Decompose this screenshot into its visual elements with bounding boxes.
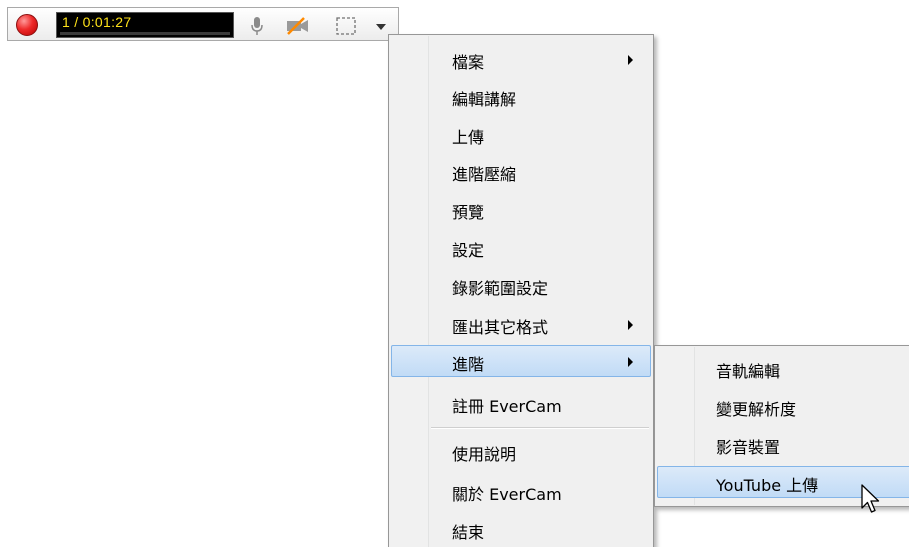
menu-item-label: 變更解析度 <box>716 400 797 419</box>
submenu-arrow-icon <box>628 357 633 367</box>
menu-item-label: 預覽 <box>452 203 485 222</box>
screen: 1 / 0:01:27 檔案 編輯講解 上傳 進階壓縮 預覽 設定 錄影範圍設定… <box>0 0 909 547</box>
recorder-toolbar: 1 / 0:01:27 <box>7 7 399 41</box>
microphone-icon[interactable] <box>250 16 264 36</box>
menu-item-label: 錄影範圍設定 <box>452 279 549 298</box>
camera-off-icon[interactable] <box>284 16 312 36</box>
menu-item-label: 影音裝置 <box>716 438 781 457</box>
menu-item-label: 檔案 <box>452 53 485 72</box>
menu-item-help[interactable]: 使用說明 <box>391 435 651 467</box>
menu-item-label: 音軌編輯 <box>716 362 781 381</box>
menu-item-label: 進階 <box>452 355 485 374</box>
menu-item-upload[interactable]: 上傳 <box>391 118 651 150</box>
menu-item-label: 上傳 <box>452 128 485 147</box>
timer-progress-track <box>60 32 230 35</box>
main-context-menu: 檔案 編輯講解 上傳 進階壓縮 預覽 設定 錄影範圍設定 匯出其它格式 進階 註… <box>388 34 654 547</box>
advanced-submenu: 音軌編輯 變更解析度 影音裝置 YouTube 上傳 <box>654 345 909 507</box>
timer-display: 1 / 0:01:27 <box>56 12 234 38</box>
mouse-cursor-icon <box>861 484 880 513</box>
menu-item-file[interactable]: 檔案 <box>391 43 651 75</box>
menu-item-settings[interactable]: 設定 <box>391 231 651 263</box>
menu-item-about[interactable]: 關於 EverCam <box>391 475 651 507</box>
menu-separator <box>431 427 649 429</box>
menu-item-label: 關於 EverCam <box>452 485 562 504</box>
menu-item-preview[interactable]: 預覽 <box>391 193 651 225</box>
submenu-item-audio-track-edit[interactable]: 音軌編輯 <box>657 352 909 384</box>
submenu-item-av-devices[interactable]: 影音裝置 <box>657 428 909 460</box>
menu-item-label: 結束 <box>452 523 485 542</box>
chevron-down-icon[interactable] <box>376 23 386 31</box>
menu-item-label: YouTube 上傳 <box>716 476 819 495</box>
menu-item-label: 編輯講解 <box>452 90 517 109</box>
menu-item-exit[interactable]: 結束 <box>391 513 651 545</box>
menu-item-advanced[interactable]: 進階 <box>391 345 651 377</box>
menu-item-label: 註冊 EverCam <box>452 397 562 416</box>
record-icon[interactable] <box>16 14 38 36</box>
menu-item-export-other-formats[interactable]: 匯出其它格式 <box>391 308 651 340</box>
menu-item-advanced-compression[interactable]: 進階壓縮 <box>391 155 651 187</box>
submenu-arrow-icon <box>628 320 633 330</box>
menu-item-label: 使用說明 <box>452 445 517 464</box>
menu-item-edit-narration[interactable]: 編輯講解 <box>391 80 651 112</box>
menu-item-label: 進階壓縮 <box>452 165 517 184</box>
menu-item-recording-area-settings[interactable]: 錄影範圍設定 <box>391 269 651 301</box>
submenu-item-change-resolution[interactable]: 變更解析度 <box>657 390 909 422</box>
menu-item-register[interactable]: 註冊 EverCam <box>391 387 651 419</box>
menu-item-label: 匯出其它格式 <box>452 318 549 337</box>
region-select-icon[interactable] <box>335 16 357 36</box>
submenu-arrow-icon <box>628 55 633 65</box>
timer-text: 1 / 0:01:27 <box>62 14 132 30</box>
menu-item-label: 設定 <box>452 241 485 260</box>
